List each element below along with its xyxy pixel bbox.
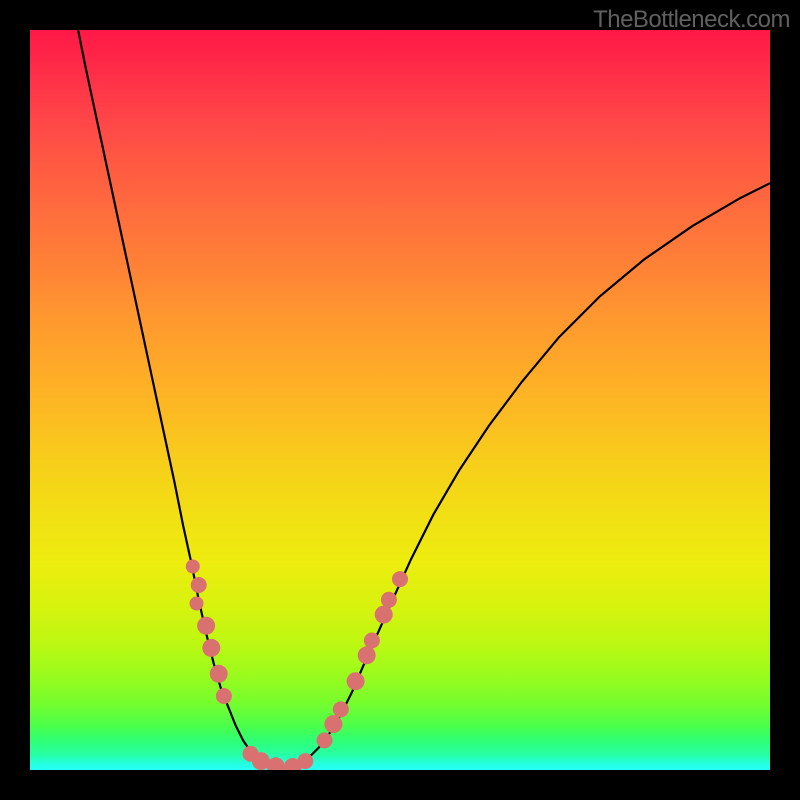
data-point [381, 592, 397, 608]
data-point [317, 732, 333, 748]
data-point [333, 701, 349, 717]
watermark-text: TheBottleneck.com [593, 6, 790, 34]
data-point [324, 715, 342, 733]
data-point [210, 665, 228, 683]
bottleneck-curve [78, 30, 770, 768]
data-point [297, 753, 313, 769]
data-point [216, 688, 232, 704]
data-point [197, 617, 215, 635]
curve-overlay [30, 30, 770, 770]
data-point [364, 633, 380, 649]
data-point [375, 606, 393, 624]
data-point [202, 639, 220, 657]
data-point [347, 672, 365, 690]
data-point [392, 571, 408, 587]
data-point [190, 597, 204, 611]
chart-container: TheBottleneck.com [0, 0, 800, 800]
data-point [358, 646, 376, 664]
data-points [186, 560, 408, 771]
data-point [186, 560, 200, 574]
data-point [191, 577, 207, 593]
